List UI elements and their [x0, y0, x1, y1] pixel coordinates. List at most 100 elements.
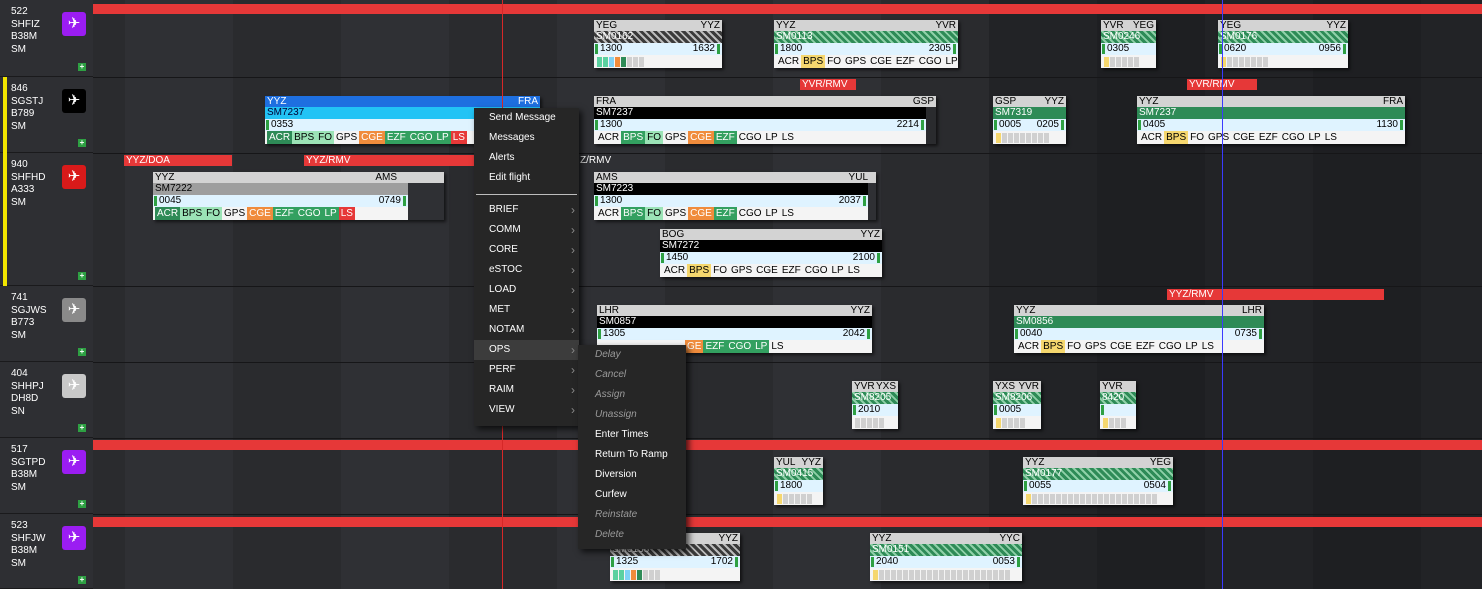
airplane-icon[interactable]: ✈ [62, 526, 86, 550]
flight-number: SM0162 [594, 31, 722, 43]
flight-block[interactable]: YVR 8420 [1100, 381, 1136, 429]
maintenance-bar[interactable]: YYZ/RMV [304, 155, 474, 166]
maintenance-bar[interactable]: YYZ/RMV [1167, 289, 1384, 300]
menu-item-notam[interactable]: NOTAM › [474, 320, 579, 340]
add-icon[interactable]: + [78, 500, 86, 508]
chevron-right-icon: › [571, 363, 575, 377]
flight-number: 8420 [1100, 392, 1136, 404]
add-icon[interactable]: + [78, 272, 86, 280]
airplane-icon[interactable]: ✈ [62, 374, 86, 398]
submenu-item-delete[interactable]: Delete [578, 525, 686, 545]
add-icon[interactable]: + [78, 63, 86, 71]
flight-block[interactable]: YUL YYZ SM0415 1800 [774, 457, 823, 505]
airplane-icon[interactable]: ✈ [62, 165, 86, 189]
menu-item-comm[interactable]: COMM › [474, 220, 579, 240]
aircraft-type: DH8D [11, 393, 39, 404]
maintenance-bar[interactable]: YYZ/DOA [124, 155, 232, 166]
add-icon[interactable]: + [78, 348, 86, 356]
flight-block[interactable]: AMS YUL SM7223 1300 2037 ACR BPS FO GPS CGE EZF… [594, 172, 876, 220]
flight-block[interactable]: YEG YYZ SM0176 0620 0956 [1218, 20, 1348, 68]
add-icon[interactable]: + [78, 139, 86, 147]
aircraft-registration: SGSTJ [11, 95, 44, 107]
flight-number: SM7237 [1137, 107, 1405, 119]
aircraft-operator: SN [11, 405, 25, 417]
submenu-item-curfew[interactable]: Curfew [578, 485, 686, 505]
aircraft-type: B773 [11, 317, 35, 328]
aircraft-panel[interactable]: 404 SHHPJ DH8D SN ✈ + [0, 362, 93, 438]
aircraft-number: 404 [11, 368, 28, 379]
maintenance-bar[interactable]: YVR/RMV [800, 79, 856, 90]
chevron-right-icon: › [571, 203, 575, 217]
flight-block[interactable]: YEG YYZ SM0162 1300 1632 [594, 20, 722, 68]
aircraft-panel[interactable]: 846 SGSTJ B789 SM ✈ + [0, 77, 93, 153]
flight-block[interactable]: BOG YYZ SM7272 1450 2100 ACR BPS FO GPS CGE EZF… [660, 229, 882, 277]
aircraft-panel[interactable]: 517 SGTPD B38M SM ✈ + [0, 438, 93, 514]
flight-number: SM0857 [597, 316, 872, 328]
airplane-icon[interactable]: ✈ [62, 89, 86, 113]
submenu-item-assign[interactable]: Assign [578, 385, 686, 405]
flight-block[interactable]: YXS YVR SM8206 0005 [993, 381, 1041, 429]
aircraft-panel[interactable]: 940 SHFHD A333 SM ✈ + [0, 153, 93, 286]
timeline-column [93, 0, 125, 589]
airplane-icon[interactable]: ✈ [62, 298, 86, 322]
flight-number: SM0113 [774, 31, 958, 43]
menu-item-perf[interactable]: PERF › [474, 360, 579, 380]
timeline-column [341, 0, 449, 589]
airplane-icon[interactable]: ✈ [62, 450, 86, 474]
menu-item-alerts[interactable]: Alerts [474, 148, 579, 168]
aircraft-number: 846 [11, 83, 28, 94]
menu-item-send-message[interactable]: Send Message [474, 108, 579, 128]
flight-number: SM0177 [1023, 468, 1173, 480]
flight-block[interactable]: YYZ FRA SM7237 0405 1130 ACR BPS FO GPS CGE EZF… [1137, 96, 1405, 144]
menu-item-brief[interactable]: BRIEF › [474, 200, 579, 220]
aircraft-number: 741 [11, 292, 28, 303]
flight-number: SM7319 [993, 107, 1066, 119]
flight-number: SM7222 [153, 183, 408, 195]
timeline-column [233, 0, 341, 589]
menu-item-estoc[interactable]: eSTOC › [474, 260, 579, 280]
unavailable-bar[interactable] [93, 440, 1482, 450]
aircraft-operator: SM [11, 120, 26, 132]
menu-item-raim[interactable]: RAIM › [474, 380, 579, 400]
flight-number: SM0246 [1101, 31, 1156, 43]
menu-item-messages[interactable]: Messages [474, 128, 579, 148]
menu-item-core[interactable]: CORE › [474, 240, 579, 260]
aircraft-type: A333 [11, 184, 35, 195]
submenu-item-return-to-ramp[interactable]: Return To Ramp [578, 445, 686, 465]
flight-block[interactable]: YYZ AMS SM7222 0045 0749 ACR BPS FO GPS CGE EZF… [153, 172, 444, 220]
aircraft-panel[interactable]: 741 SGJWS B773 SM ✈ + [0, 286, 93, 362]
submenu-item-unassign[interactable]: Unassign [578, 405, 686, 425]
unavailable-bar[interactable] [93, 517, 1482, 527]
flight-block[interactable]: YYZ YYC SM0151 2040 0053 [870, 533, 1022, 581]
aircraft-panel[interactable]: 522 SHFIZ B38M SM ✈ + [0, 0, 93, 77]
flight-number: SM8205 [852, 392, 898, 404]
flight-block[interactable]: YYZ YVR SM0113 1800 2305 ACR BPS FO GPS CGE EZF… [774, 20, 958, 68]
flight-block[interactable]: FRA GSP SM7237 1300 2214 ACR BPS FO GPS CGE EZF… [594, 96, 936, 144]
flight-block[interactable]: GSP YYZ SM7319 0005 0205 [993, 96, 1066, 144]
submenu-item-cancel[interactable]: Cancel [578, 365, 686, 385]
add-icon[interactable]: + [78, 576, 86, 584]
menu-item-met[interactable]: MET › [474, 300, 579, 320]
chevron-right-icon: › [571, 263, 575, 277]
menu-item-view[interactable]: VIEW › [474, 400, 579, 420]
flight-block[interactable]: YVR YEG SM0246 0305 [1101, 20, 1156, 68]
aircraft-operator: SM [11, 43, 26, 55]
aircraft-panel[interactable]: 523 SHFJW B38M SM ✈ + [0, 514, 93, 589]
flight-block[interactable]: YYZ LHR SM0856 0040 0735 ACR BPS FO GPS CGE EZF… [1014, 305, 1264, 353]
submenu-item-reinstate[interactable]: Reinstate [578, 505, 686, 525]
add-icon[interactable]: + [78, 424, 86, 432]
context-menu: Send Message Messages Alerts Edit flight… [474, 108, 579, 426]
menu-item-edit-flight[interactable]: Edit flight [474, 168, 579, 188]
submenu-item-delay[interactable]: Delay [578, 345, 686, 365]
chevron-right-icon: › [571, 323, 575, 337]
menu-item-ops[interactable]: OPS › [474, 340, 579, 360]
menu-item-load[interactable]: LOAD › [474, 280, 579, 300]
submenu-item-diversion[interactable]: Diversion [578, 465, 686, 485]
flight-block[interactable]: YYZ YEG SM0177 0055 0504 [1023, 457, 1173, 505]
flight-block[interactable]: YVR YXS SM8205 2010 [852, 381, 898, 429]
unavailable-bar[interactable] [93, 4, 1482, 14]
flight-number: SM7237 [594, 107, 926, 119]
airplane-icon[interactable]: ✈ [62, 12, 86, 36]
submenu-item-enter-times[interactable]: Enter Times [578, 425, 686, 445]
maintenance-bar[interactable]: Z/RMV [578, 155, 618, 166]
